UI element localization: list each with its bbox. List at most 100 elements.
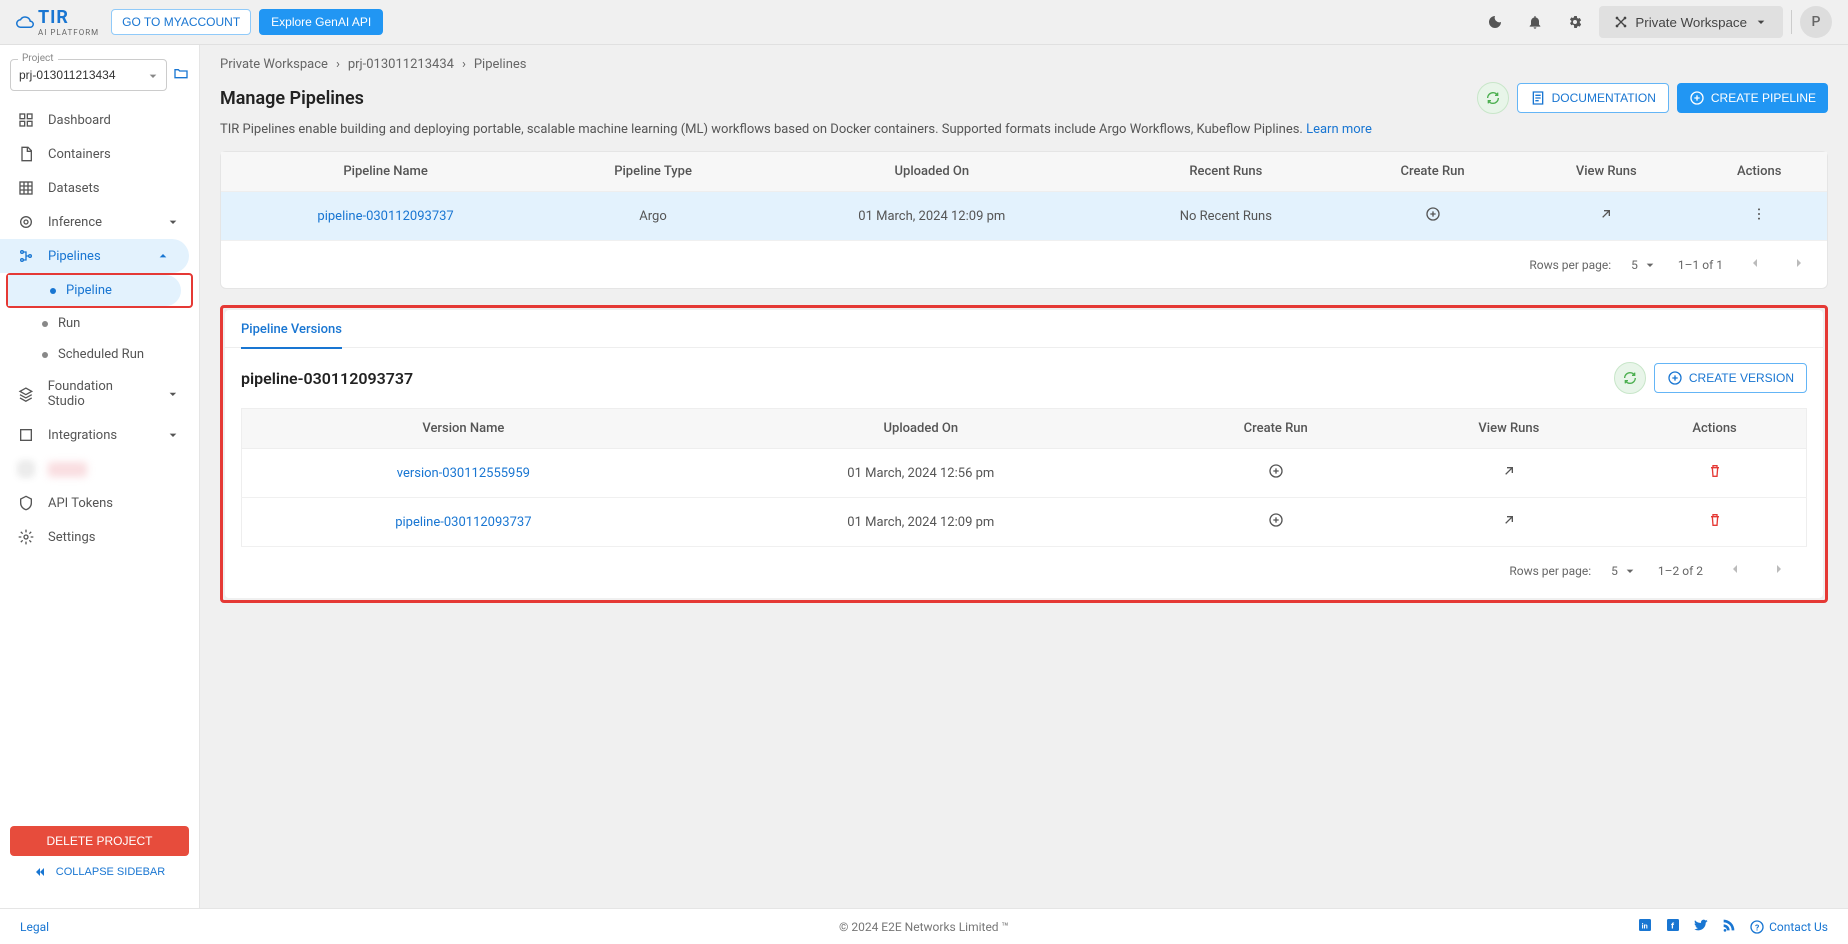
doc-icon xyxy=(1530,90,1546,106)
sidebar-item-label: Integrations xyxy=(48,428,117,443)
col-version-name: Version Name xyxy=(242,409,685,449)
create-run-button[interactable] xyxy=(1425,211,1441,226)
notifications-icon[interactable] xyxy=(1519,6,1551,38)
legal-link[interactable]: Legal xyxy=(20,920,49,934)
prev-page-button[interactable] xyxy=(1743,251,1767,278)
sidebar-item-label: Run xyxy=(58,316,80,331)
create-run-button[interactable] xyxy=(1268,468,1284,483)
facebook-icon[interactable]: f xyxy=(1665,917,1681,936)
sidebar-item-foundation-studio[interactable]: Foundation Studio xyxy=(0,370,199,418)
dashboard-icon xyxy=(18,112,34,128)
uploaded-on: 01 March, 2024 12:56 pm xyxy=(685,449,1157,498)
next-page-button[interactable] xyxy=(1767,557,1791,584)
plus-circle-icon xyxy=(1667,370,1683,386)
col-actions: Actions xyxy=(1623,409,1806,449)
explore-genai-button[interactable]: Explore GenAI API xyxy=(259,9,383,35)
next-page-button[interactable] xyxy=(1787,251,1811,278)
folder-icon[interactable] xyxy=(173,65,189,85)
workspace-selector[interactable]: Private Workspace xyxy=(1599,6,1783,38)
inference-icon xyxy=(18,214,34,230)
view-runs-button[interactable] xyxy=(1501,468,1517,483)
sidebar-item-label: Pipeline xyxy=(66,283,112,298)
view-runs-button[interactable] xyxy=(1598,211,1614,226)
sidebar-item-dashboard[interactable]: Dashboard xyxy=(0,103,199,137)
prev-page-button[interactable] xyxy=(1723,557,1747,584)
versions-table: Version Name Uploaded On Create Run View… xyxy=(241,408,1807,547)
sidebar-item-datasets[interactable]: Datasets xyxy=(0,171,199,205)
create-run-button[interactable] xyxy=(1268,517,1284,532)
refresh-button[interactable] xyxy=(1477,82,1509,114)
rss-icon[interactable] xyxy=(1721,917,1737,936)
settings-icon[interactable] xyxy=(1559,6,1591,38)
go-to-myaccount-button[interactable]: GO TO MYACCOUNT xyxy=(111,9,251,35)
delete-button[interactable] xyxy=(1707,517,1723,532)
col-uploaded: Uploaded On xyxy=(685,409,1157,449)
breadcrumb-item[interactable]: Private Workspace xyxy=(220,57,328,72)
chevron-down-icon xyxy=(1642,257,1658,273)
col-name: Pipeline Name xyxy=(221,152,550,192)
sidebar-item-settings[interactable]: Settings xyxy=(0,520,199,554)
avatar[interactable]: P xyxy=(1800,6,1832,38)
logo-subtitle: AI PLATFORM xyxy=(38,28,99,37)
workspace-label: Private Workspace xyxy=(1635,15,1747,30)
col-create-run: Create Run xyxy=(1344,152,1521,192)
sidebar-item-label: Pipelines xyxy=(48,249,101,264)
table-row[interactable]: pipeline-030112093737 Argo 01 March, 202… xyxy=(221,192,1827,241)
sidebar-item-pipeline[interactable]: Pipeline xyxy=(8,275,181,306)
layers-icon xyxy=(18,386,34,402)
pipeline-name-link[interactable]: pipeline-030112093737 xyxy=(317,209,453,224)
create-pipeline-button[interactable]: CREATE PIPELINE xyxy=(1677,83,1828,113)
view-runs-button[interactable] xyxy=(1501,517,1517,532)
token-icon xyxy=(18,495,34,511)
learn-more-link[interactable]: Learn more xyxy=(1306,122,1372,137)
breadcrumb: Private Workspace › prj-013011213434 › P… xyxy=(220,57,1828,72)
breadcrumb-item: Pipelines xyxy=(474,57,527,72)
tab-pipeline-versions[interactable]: Pipeline Versions xyxy=(225,310,1823,348)
rows-per-page-select[interactable]: 5 xyxy=(1611,563,1638,579)
version-name-link[interactable]: pipeline-030112093737 xyxy=(395,515,531,530)
table-row: pipeline-030112093737 01 March, 2024 12:… xyxy=(242,498,1807,547)
copyright: © 2024 E2E Networks Limited ™ xyxy=(839,920,1009,934)
pipeline-icon xyxy=(18,248,34,264)
twitter-icon[interactable] xyxy=(1693,917,1709,936)
col-uploaded: Uploaded On xyxy=(756,152,1108,192)
create-version-button[interactable]: CREATE VERSION xyxy=(1654,363,1807,393)
breadcrumb-item[interactable]: prj-013011213434 xyxy=(348,57,454,72)
delete-project-button[interactable]: DELETE PROJECT xyxy=(10,826,189,856)
rows-per-page-select[interactable]: 5 xyxy=(1631,257,1658,273)
sidebar-item-pipelines[interactable]: Pipelines xyxy=(0,239,189,273)
dark-mode-icon[interactable] xyxy=(1479,6,1511,38)
pipelines-table: Pipeline Name Pipeline Type Uploaded On … xyxy=(221,152,1827,241)
collapse-sidebar-button[interactable]: COLLAPSE SIDEBAR xyxy=(10,856,189,888)
sidebar-item-api-tokens[interactable]: API Tokens xyxy=(0,486,199,520)
help-icon: ? xyxy=(1749,919,1765,935)
contact-us-link[interactable]: ? Contact Us xyxy=(1749,919,1828,935)
sidebar-item-run[interactable]: Run xyxy=(0,308,199,339)
linkedin-icon[interactable]: in xyxy=(1637,917,1653,936)
sidebar-item-redacted[interactable]: hidden xyxy=(0,452,199,486)
version-name-link[interactable]: version-030112555959 xyxy=(397,466,530,481)
sidebar-item-integrations[interactable]: Integrations xyxy=(0,418,199,452)
sidebar-item-label: Foundation Studio xyxy=(48,379,152,409)
sidebar-item-label: Scheduled Run xyxy=(58,347,144,362)
sidebar-item-label: Settings xyxy=(48,530,95,545)
sidebar-item-containers[interactable]: Containers xyxy=(0,137,199,171)
col-view-runs: View Runs xyxy=(1521,152,1691,192)
col-view-runs: View Runs xyxy=(1395,409,1624,449)
col-recent: Recent Runs xyxy=(1108,152,1344,192)
delete-button[interactable] xyxy=(1707,468,1723,483)
page-title: Manage Pipelines xyxy=(220,88,364,109)
file-icon xyxy=(18,146,34,162)
refresh-versions-button[interactable] xyxy=(1614,362,1646,394)
documentation-button[interactable]: DOCUMENTATION xyxy=(1517,83,1669,113)
sidebar-item-scheduled-run[interactable]: Scheduled Run xyxy=(0,339,199,370)
chevron-up-icon xyxy=(155,248,171,264)
plus-circle-icon xyxy=(1689,90,1705,106)
project-label: Project xyxy=(18,53,58,64)
chevron-down-icon xyxy=(145,68,161,84)
chevron-down-icon xyxy=(1622,563,1638,579)
more-actions-button[interactable] xyxy=(1751,211,1767,226)
sidebar-item-inference[interactable]: Inference xyxy=(0,205,199,239)
sidebar-item-label: Datasets xyxy=(48,181,100,196)
integrations-icon xyxy=(18,427,34,443)
